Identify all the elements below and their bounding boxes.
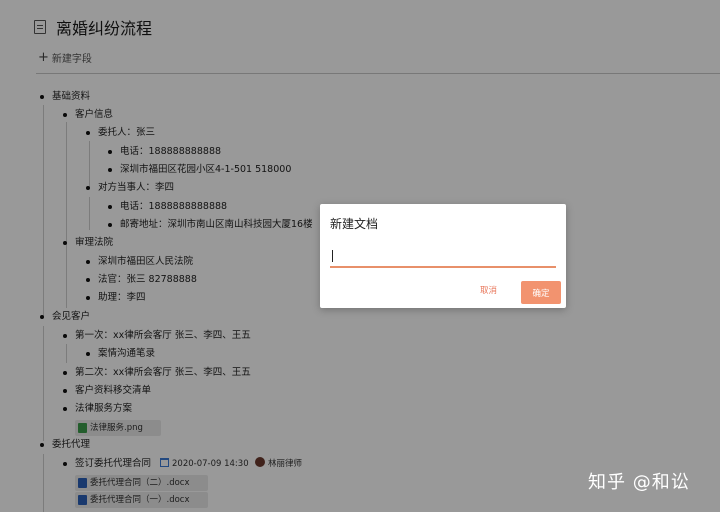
document-name-input[interactable] bbox=[330, 244, 556, 268]
cancel-button[interactable]: 取消 bbox=[480, 284, 497, 296]
watermark: 知乎 @和讼 bbox=[588, 472, 690, 493]
text-cursor bbox=[332, 250, 333, 262]
dialog-title: 新建文档 bbox=[330, 217, 379, 231]
confirm-button[interactable]: 确定 bbox=[521, 281, 561, 304]
new-document-dialog: 新建文档 取消 确定 bbox=[320, 204, 566, 308]
